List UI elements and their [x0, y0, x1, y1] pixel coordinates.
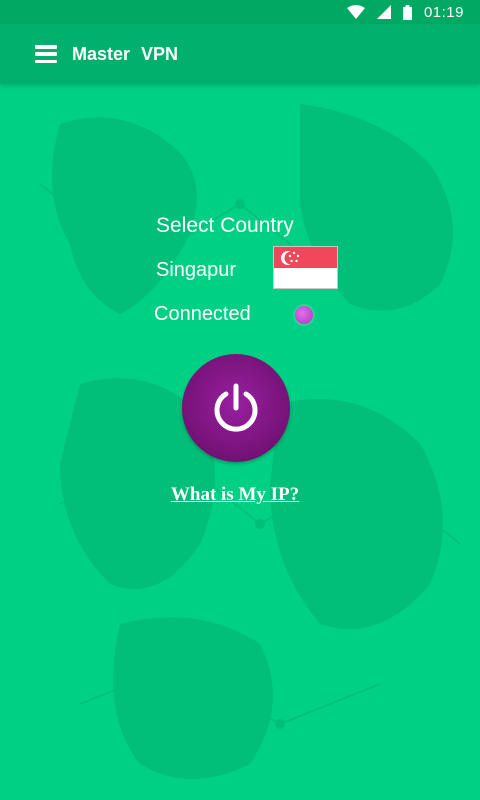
main-content: Select Country Singapur Connected What i…: [0, 84, 480, 800]
cellular-signal-icon: [376, 5, 391, 19]
select-country-label[interactable]: Select Country: [156, 214, 294, 238]
singapore-flag-icon[interactable]: [273, 246, 338, 289]
wifi-icon: [346, 5, 365, 19]
app-title: Master VPN: [72, 43, 179, 64]
status-time: 01:19: [423, 3, 464, 21]
power-icon: [214, 383, 258, 432]
status-bar: 01:19: [0, 0, 480, 24]
country-name: Singapur: [156, 259, 237, 281]
status-indicator-dot: [295, 306, 313, 324]
app-bar: Master VPN: [0, 24, 480, 84]
connection-status: Connected: [154, 303, 251, 325]
what-is-my-ip-link[interactable]: What is My IP?: [0, 484, 470, 506]
hamburger-menu-icon[interactable]: [35, 45, 57, 63]
battery-icon: [402, 4, 412, 20]
power-button[interactable]: [182, 354, 290, 462]
